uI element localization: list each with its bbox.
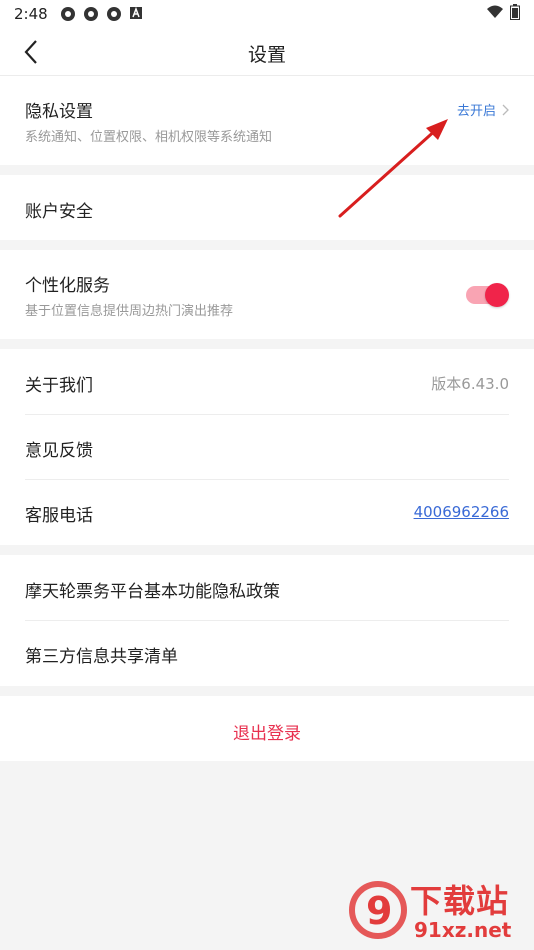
watermark-domain: 91xz.net xyxy=(414,918,512,942)
status-right xyxy=(486,4,520,24)
watermark-logo-text: 9 xyxy=(366,889,392,933)
page-title: 设置 xyxy=(247,44,286,66)
notification-icon xyxy=(83,6,99,22)
notification-icon xyxy=(60,6,76,22)
battery-icon xyxy=(510,4,520,24)
status-notification-icons xyxy=(60,6,145,22)
service-phone-link[interactable]: 4006962266 xyxy=(414,503,509,521)
third-party-list-row[interactable]: 第三方信息共享清单 xyxy=(0,620,534,686)
watermark: 9 下载站 91xz.net xyxy=(348,874,528,946)
privacy-enable-link[interactable]: 去开启 xyxy=(457,100,510,119)
privacy-title: 隐私设置 xyxy=(25,102,93,122)
privacy-link-label: 去开启 xyxy=(456,104,496,119)
nav-bar: 设置 xyxy=(0,28,534,76)
feedback-row[interactable]: 意见反馈 xyxy=(0,414,534,479)
personalization-section: 个性化服务 基于位置信息提供周边热门演出推荐 xyxy=(0,250,534,339)
logout-label: 退出登录 xyxy=(233,724,301,744)
about-us-row[interactable]: 关于我们 版本6.43.0 xyxy=(0,349,534,414)
privacy-subtitle: 系统通知、位置权限、相机权限等系统通知 xyxy=(25,130,273,145)
customer-service-row: 客服电话 4006962266 xyxy=(0,479,534,545)
watermark-title: 下载站 xyxy=(410,882,510,920)
service-title: 客服电话 xyxy=(25,506,93,526)
policy-title: 摩天轮票务平台基本功能隐私政策 xyxy=(25,582,280,602)
toggle-knob xyxy=(485,283,509,307)
privacy-policy-row[interactable]: 摩天轮票务平台基本功能隐私政策 xyxy=(0,555,534,620)
policy-section: 摩天轮票务平台基本功能隐私政策 第三方信息共享清单 xyxy=(0,555,534,686)
privacy-section: 隐私设置 系统通知、位置权限、相机权限等系统通知 去开启 xyxy=(0,76,534,165)
chevron-right-icon xyxy=(502,104,509,115)
personalization-toggle[interactable] xyxy=(466,283,509,307)
third-party-title: 第三方信息共享清单 xyxy=(25,647,178,667)
font-icon xyxy=(129,6,145,22)
privacy-settings-row[interactable]: 隐私设置 系统通知、位置权限、相机权限等系统通知 去开启 xyxy=(0,76,534,165)
notification-icon xyxy=(106,6,122,22)
status-time: 2:48 xyxy=(14,5,48,23)
about-title: 关于我们 xyxy=(25,376,93,396)
account-section: 账户安全 xyxy=(0,175,534,240)
version-label: 版本6.43.0 xyxy=(431,375,509,393)
account-title: 账户安全 xyxy=(25,202,93,222)
account-security-row[interactable]: 账户安全 xyxy=(0,175,534,240)
logout-section: 退出登录 xyxy=(0,696,534,761)
personalization-title: 个性化服务 xyxy=(25,276,110,296)
personalization-row: 个性化服务 基于位置信息提供周边热门演出推荐 xyxy=(0,250,534,339)
info-section: 关于我们 版本6.43.0 意见反馈 客服电话 4006962266 xyxy=(0,349,534,545)
watermark-logo-icon: 9 xyxy=(349,881,407,939)
status-bar: 2:48 xyxy=(0,0,534,28)
wifi-icon xyxy=(486,5,504,23)
feedback-title: 意见反馈 xyxy=(25,441,93,461)
logout-button[interactable]: 退出登录 xyxy=(0,696,534,761)
personalization-subtitle: 基于位置信息提供周边热门演出推荐 xyxy=(25,304,234,319)
